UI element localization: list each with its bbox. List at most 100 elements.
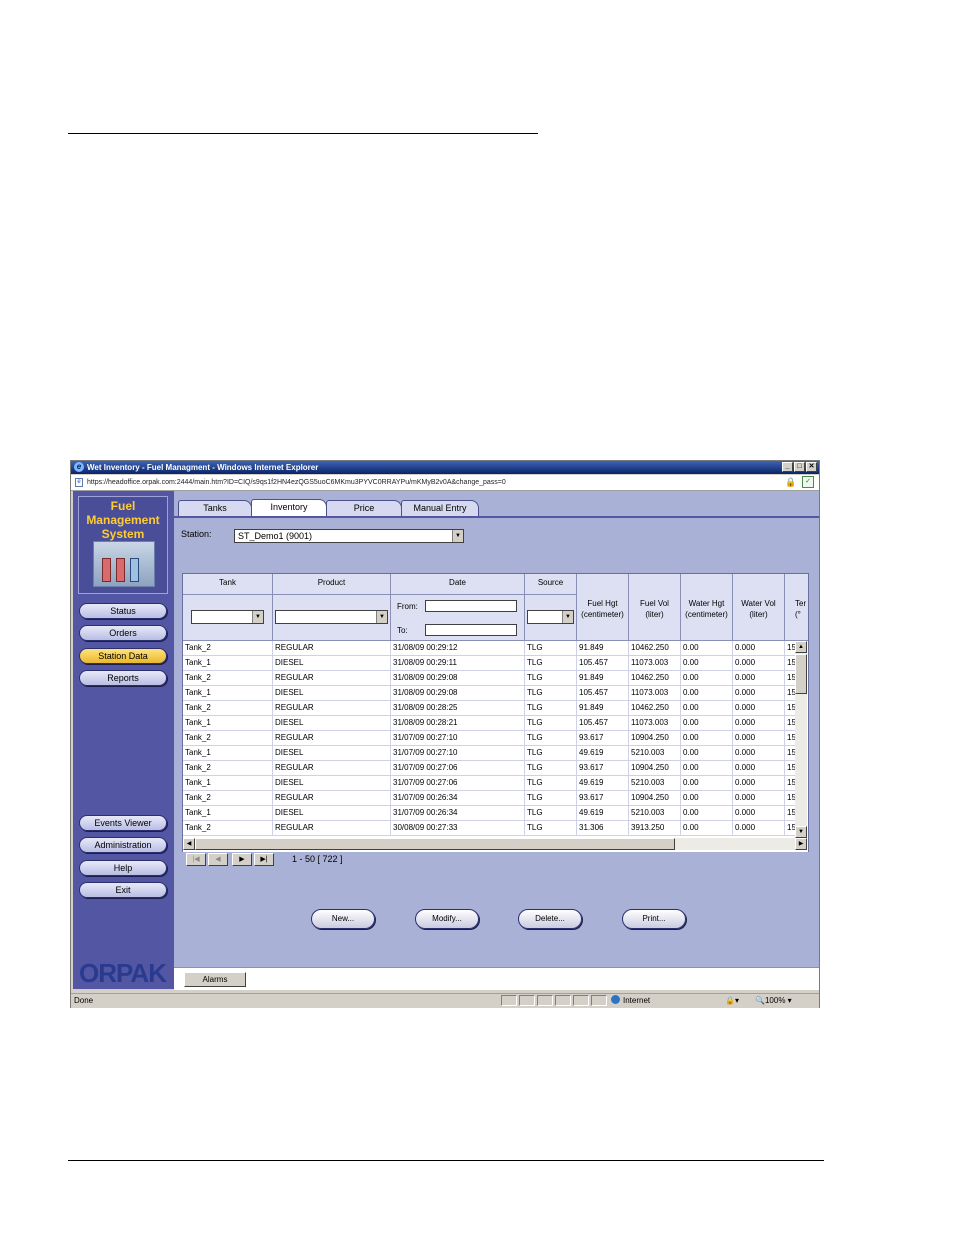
- table-row[interactable]: Tank_2 REGULAR 31/08/09 00:29:12 TLG 91.849 1…: [183, 641, 797, 656]
- vertical-scroll-thumb[interactable]: [795, 654, 807, 694]
- nav-administration-button[interactable]: Administration: [79, 837, 167, 853]
- table-row[interactable]: Tank_2 REGULAR 31/07/09 00:26:34 TLG 93.617 1…: [183, 791, 797, 806]
- column-label-fuel-hgt-2: (centimeter): [581, 610, 624, 619]
- cell-tank: Tank_2: [183, 731, 273, 746]
- table-row[interactable]: Tank_1 DIESEL 31/07/09 00:27:10 TLG 49.619 52…: [183, 746, 797, 761]
- tab-tanks[interactable]: Tanks: [178, 500, 252, 516]
- tab-strip: Tanks Inventory Price Manual Entry: [174, 491, 819, 518]
- scroll-down-button[interactable]: ▼: [795, 826, 807, 838]
- cell-fuel-vol: 11073.003: [629, 656, 681, 671]
- date-from-input[interactable]: [425, 600, 517, 612]
- nav-help-button[interactable]: Help: [79, 860, 167, 876]
- cell-water-vol: 0.000: [733, 776, 785, 791]
- vertical-scrollbar[interactable]: ▲ ▼: [795, 641, 807, 838]
- cell-fuel-vol: 10904.250: [629, 731, 681, 746]
- cell-source: TLG: [525, 686, 577, 701]
- chevron-down-icon[interactable]: ▼: [452, 530, 463, 542]
- cell-fuel-hgt: 91.849: [577, 701, 629, 716]
- zoom-control[interactable]: 🔍100% ▾: [755, 994, 792, 1007]
- cell-date: 31/08/09 00:28:21: [391, 716, 525, 731]
- source-filter-select[interactable]: ▼: [527, 610, 574, 624]
- column-label-water-hgt-1: Water Hgt: [688, 599, 725, 608]
- nav-events-viewer-button[interactable]: Events Viewer: [79, 815, 167, 831]
- minimize-button[interactable]: _: [782, 462, 793, 472]
- last-page-button[interactable]: ▶|: [254, 853, 274, 866]
- nav-status-button[interactable]: Status: [79, 603, 167, 619]
- table-row[interactable]: Tank_1 DIESEL 31/08/09 00:28:21 TLG 105.457 1…: [183, 716, 797, 731]
- cell-water-hgt: 0.00: [681, 701, 733, 716]
- status-panel: [573, 995, 589, 1006]
- certificate-icon[interactable]: ✓: [802, 476, 814, 488]
- cell-water-hgt: 0.00: [681, 791, 733, 806]
- close-button[interactable]: ✕: [806, 462, 817, 472]
- column-label-fuel-hgt-1: Fuel Hgt: [587, 599, 618, 608]
- next-page-button[interactable]: ▶: [232, 853, 252, 866]
- inventory-grid: Tank ▼ Product ▼ Date From: To: Source ▼…: [182, 573, 809, 853]
- previous-page-button[interactable]: ◀: [208, 853, 228, 866]
- station-select[interactable]: ST_Demo1 (9001) ▼: [234, 529, 464, 543]
- status-bar: Done Internet 🔒▾ 🔍100% ▾: [71, 993, 819, 1008]
- table-row[interactable]: Tank_2 REGULAR 31/07/09 00:27:06 TLG 93.617 1…: [183, 761, 797, 776]
- security-zone[interactable]: Internet: [611, 994, 650, 1007]
- window-title: Wet Inventory - Fuel Managment - Windows…: [87, 463, 319, 472]
- cell-tank: Tank_2: [183, 671, 273, 686]
- table-row[interactable]: Tank_2 REGULAR 31/08/09 00:29:08 TLG 91.849 1…: [183, 671, 797, 686]
- cell-product: DIESEL: [273, 686, 391, 701]
- lock-icon[interactable]: 🔒: [785, 476, 797, 488]
- alarms-bar: Alarms: [174, 967, 819, 990]
- table-row[interactable]: Tank_2 REGULAR 30/08/09 00:27:33 TLG 31.306 3…: [183, 821, 797, 836]
- address-bar[interactable]: e https://headoffice.orpak.com:2444/main…: [71, 475, 819, 491]
- date-from-label: From:: [397, 602, 418, 611]
- cell-fuel-vol: 5210.003: [629, 806, 681, 821]
- title-bar: e Wet Inventory - Fuel Managment - Windo…: [71, 461, 819, 474]
- tab-manual-entry[interactable]: Manual Entry: [401, 500, 479, 516]
- cell-product: DIESEL: [273, 656, 391, 671]
- product-filter-select[interactable]: ▼: [275, 610, 388, 624]
- chevron-down-icon[interactable]: ▼: [562, 611, 573, 623]
- column-label-fuel-vol-1: Fuel Vol: [640, 599, 669, 608]
- cell-product: DIESEL: [273, 806, 391, 821]
- maximize-button[interactable]: □: [794, 462, 805, 472]
- nav-orders-button[interactable]: Orders: [79, 625, 167, 641]
- column-header-water-vol: Water Vol (liter): [733, 574, 785, 641]
- cell-date: 31/07/09 00:27:06: [391, 776, 525, 791]
- cell-source: TLG: [525, 641, 577, 656]
- tank-filter-select[interactable]: ▼: [191, 610, 264, 624]
- cell-date: 31/08/09 00:29:08: [391, 671, 525, 686]
- protected-mode-icon[interactable]: 🔒▾: [725, 994, 739, 1007]
- table-row[interactable]: Tank_1 DIESEL 31/08/09 00:29:11 TLG 105.457 1…: [183, 656, 797, 671]
- scroll-up-button[interactable]: ▲: [795, 641, 807, 653]
- chevron-down-icon[interactable]: ▼: [376, 611, 387, 623]
- nav-station-data-button[interactable]: Station Data: [79, 648, 167, 664]
- column-label-product: Product: [317, 578, 346, 587]
- column-header-product: Product ▼: [273, 574, 391, 641]
- horizontal-scrollbar[interactable]: ◀ ▶: [183, 838, 807, 850]
- cell-tank: Tank_1: [183, 746, 273, 761]
- alarms-button[interactable]: Alarms: [184, 972, 246, 987]
- cell-fuel-vol: 10462.250: [629, 671, 681, 686]
- scroll-right-button[interactable]: ▶: [795, 838, 807, 850]
- chevron-down-icon[interactable]: ▼: [252, 611, 263, 623]
- document-bottom-rule: [68, 1160, 824, 1161]
- table-row[interactable]: Tank_1 DIESEL 31/08/09 00:29:08 TLG 105.457 1…: [183, 686, 797, 701]
- table-row[interactable]: Tank_1 DIESEL 31/07/09 00:27:06 TLG 49.619 52…: [183, 776, 797, 791]
- cell-product: REGULAR: [273, 671, 391, 686]
- tab-inventory[interactable]: Inventory: [251, 499, 327, 517]
- table-row[interactable]: Tank_1 DIESEL 31/07/09 00:26:34 TLG 49.619 52…: [183, 806, 797, 821]
- table-row[interactable]: Tank_2 REGULAR 31/07/09 00:27:10 TLG 93.617 1…: [183, 731, 797, 746]
- address-url[interactable]: https://headoffice.orpak.com:2444/main.h…: [87, 476, 506, 489]
- delete-button[interactable]: Delete...: [518, 909, 582, 929]
- first-page-button[interactable]: |◀: [186, 853, 206, 866]
- new-button[interactable]: New...: [311, 909, 375, 929]
- date-to-input[interactable]: [425, 624, 517, 636]
- column-label-date: Date: [449, 578, 466, 587]
- tab-price[interactable]: Price: [326, 500, 402, 516]
- modify-button[interactable]: Modify...: [415, 909, 479, 929]
- nav-exit-button[interactable]: Exit: [79, 882, 167, 898]
- scroll-left-button[interactable]: ◀: [183, 838, 195, 850]
- horizontal-scroll-thumb[interactable]: [195, 838, 675, 850]
- print-button[interactable]: Print...: [622, 909, 686, 929]
- table-row[interactable]: Tank_2 REGULAR 31/08/09 00:28:25 TLG 91.849 1…: [183, 701, 797, 716]
- zoom-level: 100%: [764, 996, 786, 1005]
- nav-reports-button[interactable]: Reports: [79, 670, 167, 686]
